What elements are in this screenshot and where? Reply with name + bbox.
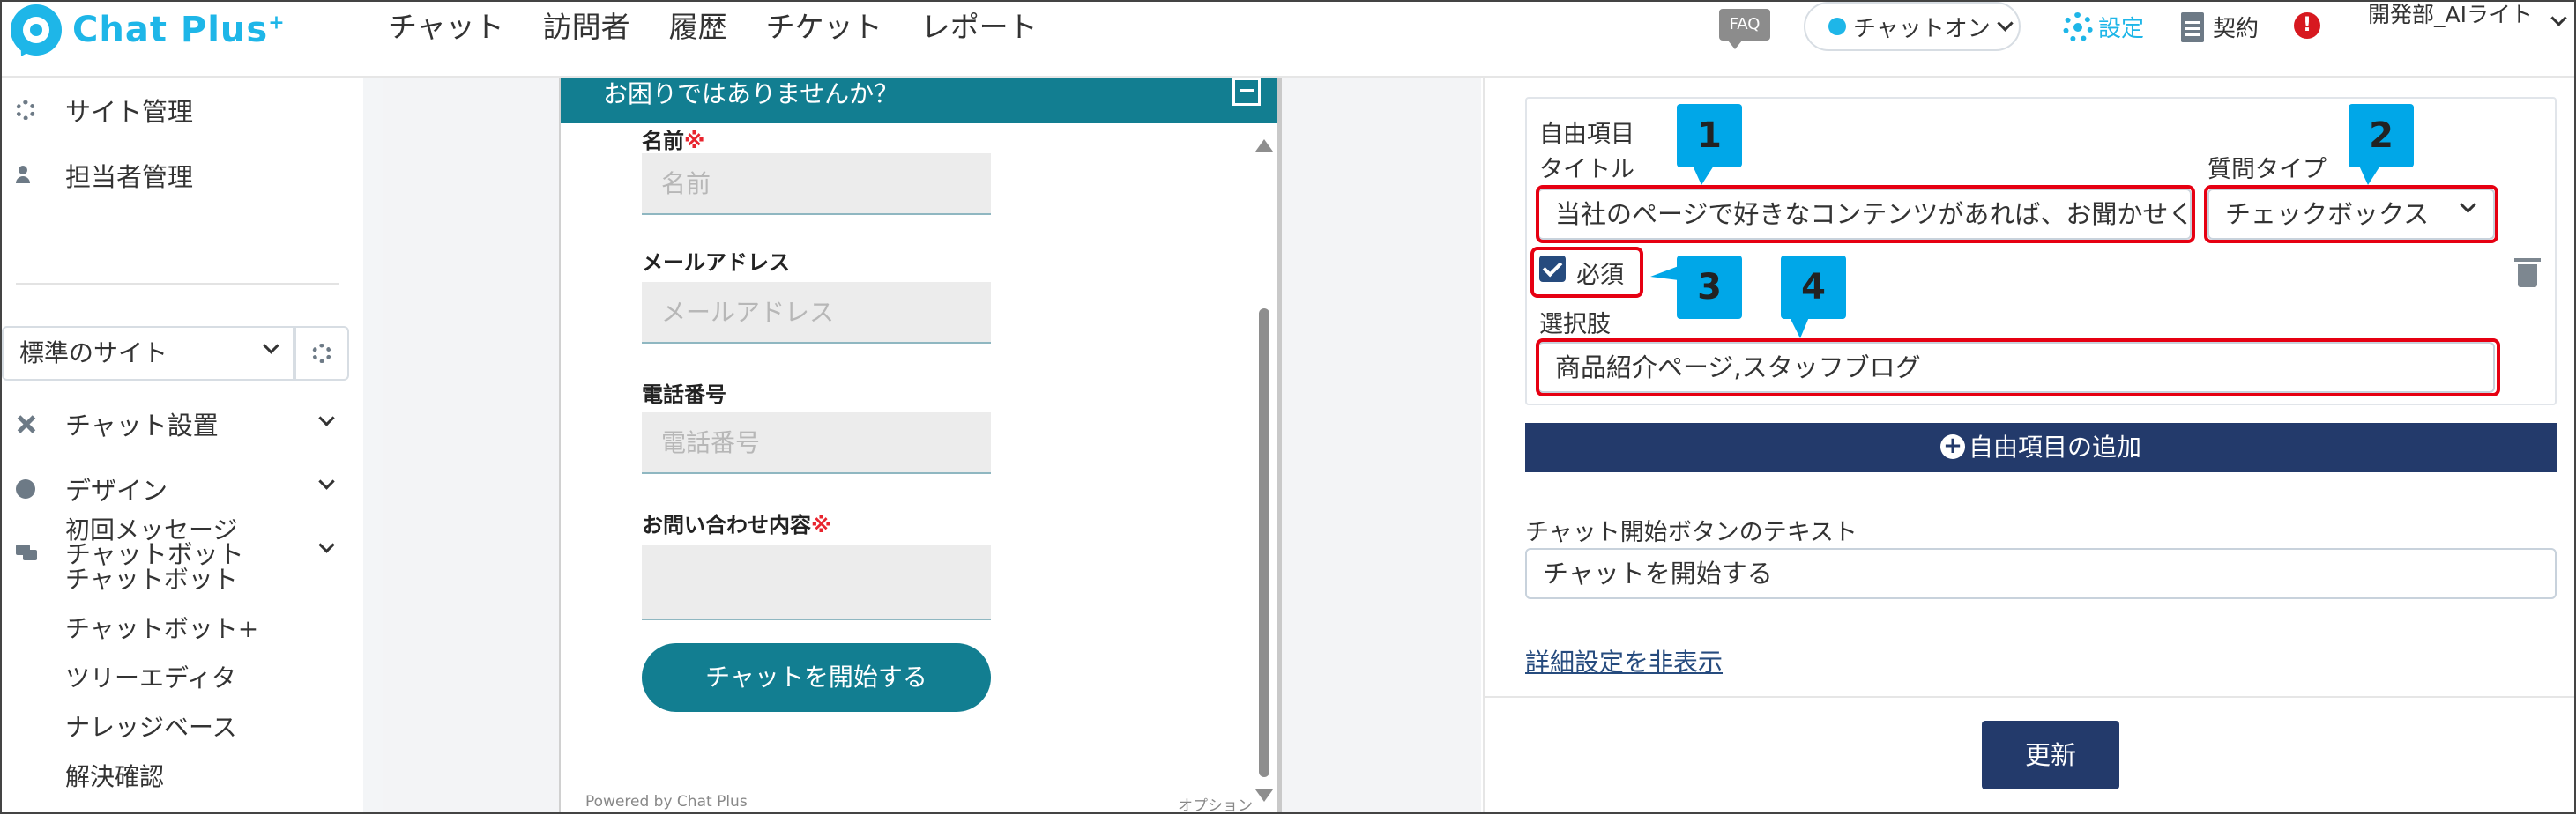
scroll-up-icon[interactable] [1255, 139, 1273, 152]
chevron-down-icon[interactable] [318, 410, 335, 426]
chevron-down-icon [1997, 14, 2014, 32]
nav-tickets[interactable]: チケット [766, 5, 921, 49]
alert-icon[interactable]: ! [2294, 12, 2320, 39]
sidebar-item-label: サイト管理 [65, 97, 194, 127]
settings-label: 設定 [2098, 16, 2145, 42]
contract-label: 契約 [2213, 16, 2260, 42]
powered-by-text: Powered by Chat Plus [585, 793, 748, 811]
settings-link[interactable]: 設定 [2063, 11, 2144, 43]
palette-icon [16, 479, 35, 499]
widget-title: お困りではありませんか？ [603, 79, 899, 108]
chat-bubbles-icon [16, 543, 37, 562]
name-input[interactable]: 名前 [642, 153, 991, 215]
name-label: 名前※ [642, 129, 705, 153]
sidebar-item-label: デザイン [65, 476, 168, 506]
chat-plus-logo[interactable]: Chat Plus+ [11, 4, 286, 61]
trash-icon[interactable] [2514, 258, 2541, 287]
highlight-choices [1536, 338, 2500, 396]
site-settings-button[interactable] [294, 326, 349, 381]
sidebar-item-label: 担当者管理 [65, 162, 194, 192]
hide-advanced-settings-link[interactable]: 詳細設定を非表示 [1525, 643, 1723, 678]
email-input[interactable]: メールアドレス [642, 282, 991, 344]
chat-status-label: チャットオン [1853, 15, 1991, 42]
footer-divider [1485, 696, 2576, 698]
site-select[interactable]: 標準のサイト [2, 326, 294, 381]
sidebar-divider [16, 283, 339, 285]
callout-4: 4 [1781, 256, 1846, 319]
contract-link[interactable]: 契約 [2181, 11, 2259, 43]
email-label: メールアドレス [642, 250, 790, 275]
highlight-title [1536, 185, 2195, 243]
widget-header: お困りではありませんか？ [561, 78, 1277, 123]
top-header: Chat Plus+ チャット 訪問者 履歴 チケット レポート FAQ チャッ… [0, 0, 2576, 78]
add-free-item-button[interactable]: + 自由項目の追加 [1525, 423, 2557, 472]
callout-2: 2 [2349, 104, 2414, 167]
add-free-item-label: 自由項目の追加 [1968, 433, 2141, 462]
free-item-label: 自由項目 [1539, 121, 1634, 148]
chevron-down-icon[interactable] [318, 473, 335, 490]
chat-widget-preview: お困りではありませんか？ 名前※ 名前 メールアドレス メールアドレス 電話番号… [559, 78, 1282, 815]
phone-input[interactable]: 電話番号 [642, 412, 991, 474]
sidebar-subitem-chatbot[interactable]: チャットボット [65, 560, 238, 596]
user-menu[interactable]: 開発部_AIライト [2368, 0, 2544, 30]
sidebar: サイト管理 担当者管理 標準のサイト チャット設置 デザイン チャットボット 初… [0, 78, 363, 814]
sidebar-subitem-knowledge-base[interactable]: ナレッジベース [65, 708, 237, 744]
callout-1-pointer [1693, 166, 1714, 185]
highlight-required [1530, 247, 1643, 298]
choices-label: 選択肢 [1539, 311, 1611, 338]
minimize-icon[interactable] [1232, 78, 1261, 106]
site-select-value: 標準のサイト [19, 338, 168, 367]
sidebar-subitem-tree-editor[interactable]: ツリーエディタ [65, 659, 236, 694]
gear-icon [312, 344, 331, 363]
chevron-down-icon [263, 337, 279, 354]
highlight-question-type [2204, 185, 2498, 243]
document-icon [2181, 11, 2204, 42]
nav-chat[interactable]: チャット [388, 5, 543, 49]
chevron-down-icon[interactable] [318, 537, 335, 553]
widget-start-chat-button[interactable]: チャットを開始する [642, 643, 991, 712]
plus-circle-icon: + [1939, 434, 1965, 459]
logo-text: Chat Plus [72, 10, 269, 50]
inquiry-label: お問い合わせ内容※ [642, 513, 832, 537]
sidebar-item-design[interactable]: デザイン [16, 470, 168, 508]
callout-2-pointer [2359, 166, 2380, 185]
callout-4-pointer [1790, 317, 1809, 338]
sidebar-item-label: チャット設置 [65, 411, 219, 441]
tools-icon [16, 414, 35, 433]
sidebar-item-staff-admin[interactable]: 担当者管理 [16, 157, 193, 194]
status-dot-icon [1828, 18, 1846, 35]
logo-sup: + [268, 11, 286, 34]
user-chevron-down-icon[interactable] [2550, 10, 2567, 26]
widget-scrollbar-thumb[interactable] [1259, 308, 1269, 777]
chat-status-dropdown[interactable]: チャットオン [1804, 2, 2021, 51]
title-label: タイトル [1539, 156, 1634, 183]
start-button-text-label: チャット開始ボタンのテキスト [1525, 519, 1858, 546]
gear-icon [2063, 11, 2093, 42]
update-button[interactable]: 更新 [1982, 721, 2119, 789]
callout-1: 1 [1677, 104, 1742, 167]
phone-label: 電話番号 [642, 382, 726, 407]
gear-icon [16, 100, 35, 120]
logo-icon [11, 4, 62, 61]
sidebar-item-chat-setup[interactable]: チャット設置 [16, 405, 219, 442]
nav-history[interactable]: 履歴 [669, 5, 766, 49]
start-button-text-input[interactable]: チャットを開始する [1525, 548, 2557, 599]
option-link[interactable]: オプション [1178, 793, 1253, 815]
inquiry-textarea[interactable] [642, 545, 991, 620]
sidebar-subitem-resolution-check[interactable]: 解決確認 [65, 758, 164, 793]
callout-3-pointer [1650, 266, 1679, 280]
main-nav: チャット 訪問者 履歴 チケット レポート [388, 5, 1076, 49]
user-gear-icon [16, 166, 35, 185]
sidebar-subitem-first-message[interactable]: 初回メッセージ [65, 511, 237, 546]
faq-icon[interactable]: FAQ [1719, 9, 1770, 49]
sidebar-subitem-chatbot-plus[interactable]: チャットボット+ [65, 610, 258, 645]
nav-visitors[interactable]: 訪問者 [543, 5, 669, 49]
callout-3: 3 [1677, 256, 1742, 319]
scroll-down-icon[interactable] [1255, 789, 1273, 802]
sidebar-scrollbar[interactable] [363, 78, 384, 814]
sidebar-item-site-admin[interactable]: サイト管理 [16, 92, 193, 129]
nav-reports[interactable]: レポート [921, 5, 1076, 49]
question-type-label: 質問タイプ [2207, 156, 2327, 183]
